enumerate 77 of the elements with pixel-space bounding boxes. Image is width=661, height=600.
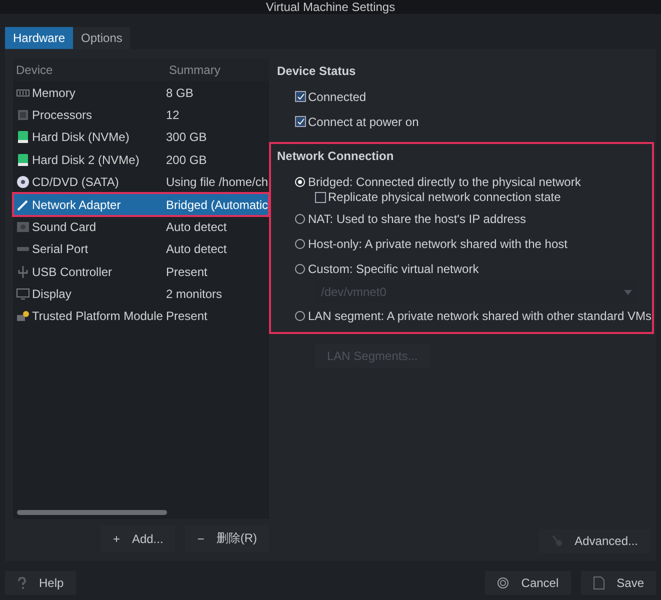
device-icon xyxy=(16,220,30,234)
device-row[interactable]: Serial Port Auto detect xyxy=(13,238,269,261)
device-summary: Bridged (Automatic xyxy=(166,198,269,212)
radio-button[interactable] xyxy=(295,310,305,320)
device-name: Serial Port xyxy=(32,242,88,256)
help-button[interactable]: Help xyxy=(5,571,76,595)
device-name: Processors xyxy=(32,108,92,122)
device-summary: Present xyxy=(166,309,208,324)
save-button[interactable]: Save xyxy=(580,571,656,595)
device-summary: 200 GB xyxy=(166,152,208,167)
checkbox[interactable] xyxy=(295,91,306,102)
column-header: Summary xyxy=(168,63,222,78)
help-icon xyxy=(17,577,27,589)
device-icon xyxy=(16,198,30,212)
section-title: Network Connection xyxy=(277,149,395,163)
document-icon xyxy=(592,576,605,590)
checkbox-label: Connect at power on xyxy=(308,114,419,128)
device-icon xyxy=(16,309,30,324)
device-icon xyxy=(16,152,30,167)
device-name: CD/DVD (SATA) xyxy=(32,175,119,190)
radio-label: Host-only: A private network shared with the host xyxy=(308,236,568,250)
device-summary: Present xyxy=(166,264,208,279)
button-icon: + xyxy=(112,532,120,546)
device-icon xyxy=(16,287,30,302)
device-summary: 2 monitors xyxy=(166,287,224,302)
device-name: USB Controller xyxy=(32,264,112,279)
device-name: Network Adapter xyxy=(32,198,121,212)
device-name: Hard Disk 2 (NVMe) xyxy=(32,152,140,167)
device-row[interactable]: Hard Disk 2 (NVMe) 200 GB xyxy=(13,148,269,171)
radio-button[interactable] xyxy=(295,264,305,274)
device-name: Sound Card xyxy=(32,220,96,234)
caret-icon xyxy=(624,290,632,294)
radio-button[interactable] xyxy=(295,214,305,224)
device-row[interactable]: Hard Disk (NVMe) 300 GB xyxy=(13,126,269,149)
device-summary: Auto detect xyxy=(166,220,228,234)
device-summary: Using file /home/ch xyxy=(166,175,269,190)
checkbox[interactable] xyxy=(315,192,326,202)
list-button[interactable]: + Add... xyxy=(100,525,176,552)
device-name: Display xyxy=(32,287,72,302)
device-summary: 300 GB xyxy=(166,130,208,144)
device-icon xyxy=(16,175,30,190)
advanced-button[interactable]: Advanced... xyxy=(538,529,650,553)
device-summary: 12 xyxy=(166,108,180,122)
device-row[interactable]: Trusted Platform Module Present xyxy=(13,305,269,328)
device-name: Trusted Platform Module xyxy=(32,309,163,324)
device-summary: Auto detect xyxy=(166,242,228,256)
device-row[interactable]: USB Controller Present xyxy=(13,260,269,283)
list-button[interactable]: − 删除(R) xyxy=(185,525,269,552)
device-row[interactable]: Display 2 monitors xyxy=(13,282,269,306)
radio-label: NAT: Used to share the host's IP address xyxy=(308,212,526,226)
radio-label: Bridged: Connected directly to the physical network xyxy=(308,174,581,188)
device-row[interactable]: Memory 8 GB xyxy=(13,81,269,104)
window-title: Virtual Machine Settings xyxy=(0,0,661,14)
device-name: Memory xyxy=(32,86,76,100)
scrollbar[interactable] xyxy=(17,510,167,515)
device-row[interactable]: Network Adapter Bridged (Automatic xyxy=(13,193,269,216)
cancel-button[interactable]: Cancel xyxy=(485,571,571,595)
device-row[interactable]: CD/DVD (SATA) Using file /home/ch xyxy=(13,170,269,194)
device-row[interactable]: Sound Card Auto detect xyxy=(13,216,269,238)
section-title: Device Status xyxy=(277,64,357,78)
tab[interactable]: Options xyxy=(73,27,130,49)
checkbox-label: Replicate physical network connection state xyxy=(328,190,561,204)
button-icon: − xyxy=(197,532,204,546)
radio-label: LAN segment: A private network shared with other standard VMs xyxy=(308,308,652,322)
column-header: Device xyxy=(15,63,54,78)
device-icon xyxy=(16,264,30,279)
checkbox-label: Connected xyxy=(308,90,366,104)
tab[interactable]: Hardware xyxy=(5,27,74,49)
device-summary: 8 GB xyxy=(166,86,194,100)
checkbox[interactable] xyxy=(295,116,306,127)
device-row[interactable]: Processors 12 xyxy=(13,104,269,126)
radio-label: Custom: Specific virtual network xyxy=(308,262,479,276)
radio-button[interactable] xyxy=(295,238,305,248)
device-name: Hard Disk (NVMe) xyxy=(32,130,130,144)
device-icon xyxy=(16,130,30,144)
cancel-icon xyxy=(497,577,510,589)
device-icon xyxy=(16,108,30,122)
